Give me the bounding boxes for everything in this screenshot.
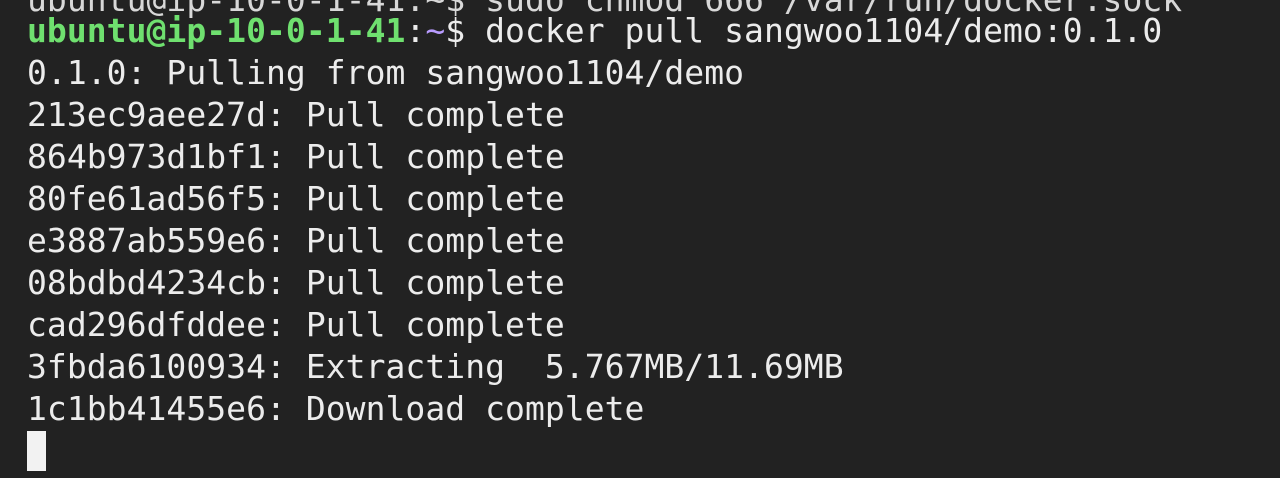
prompt-path: ~: [425, 11, 446, 50]
output-line-layer: e3887ab559e6: Pull complete: [27, 221, 565, 260]
prompt-symbol: $: [445, 11, 486, 50]
output-line-layer: 08bdbd4234cb: Pull complete: [27, 263, 565, 302]
prompt-user-host: ubuntu@ip-10-0-1-41: [27, 11, 406, 50]
output-line-extracting: 3fbda6100934: Extracting 5.767MB/11.69MB: [27, 347, 844, 386]
terminal-cursor[interactable]: [27, 431, 46, 471]
output-line-download: 1c1bb41455e6: Download complete: [27, 389, 645, 428]
prompt-line: ubuntu@ip-10-0-1-41:~$ docker pull sangw…: [27, 10, 1162, 52]
output-line-layer: cad296dfddee: Pull complete: [27, 305, 565, 344]
prompt-colon: :: [405, 11, 426, 50]
output-line-pulling: 0.1.0: Pulling from sangwoo1104/demo: [27, 53, 745, 92]
output-line-layer: 213ec9aee27d: Pull complete: [27, 95, 565, 134]
command-text: docker pull sangwoo1104/demo:0.1.0: [485, 11, 1163, 50]
terminal-window[interactable]: ubuntu@ip-10-0-1-41:~$ sudo chmod 666 /v…: [0, 0, 1280, 478]
output-line-layer: 864b973d1bf1: Pull complete: [27, 137, 565, 176]
output-line-layer: 80fe61ad56f5: Pull complete: [27, 179, 565, 218]
